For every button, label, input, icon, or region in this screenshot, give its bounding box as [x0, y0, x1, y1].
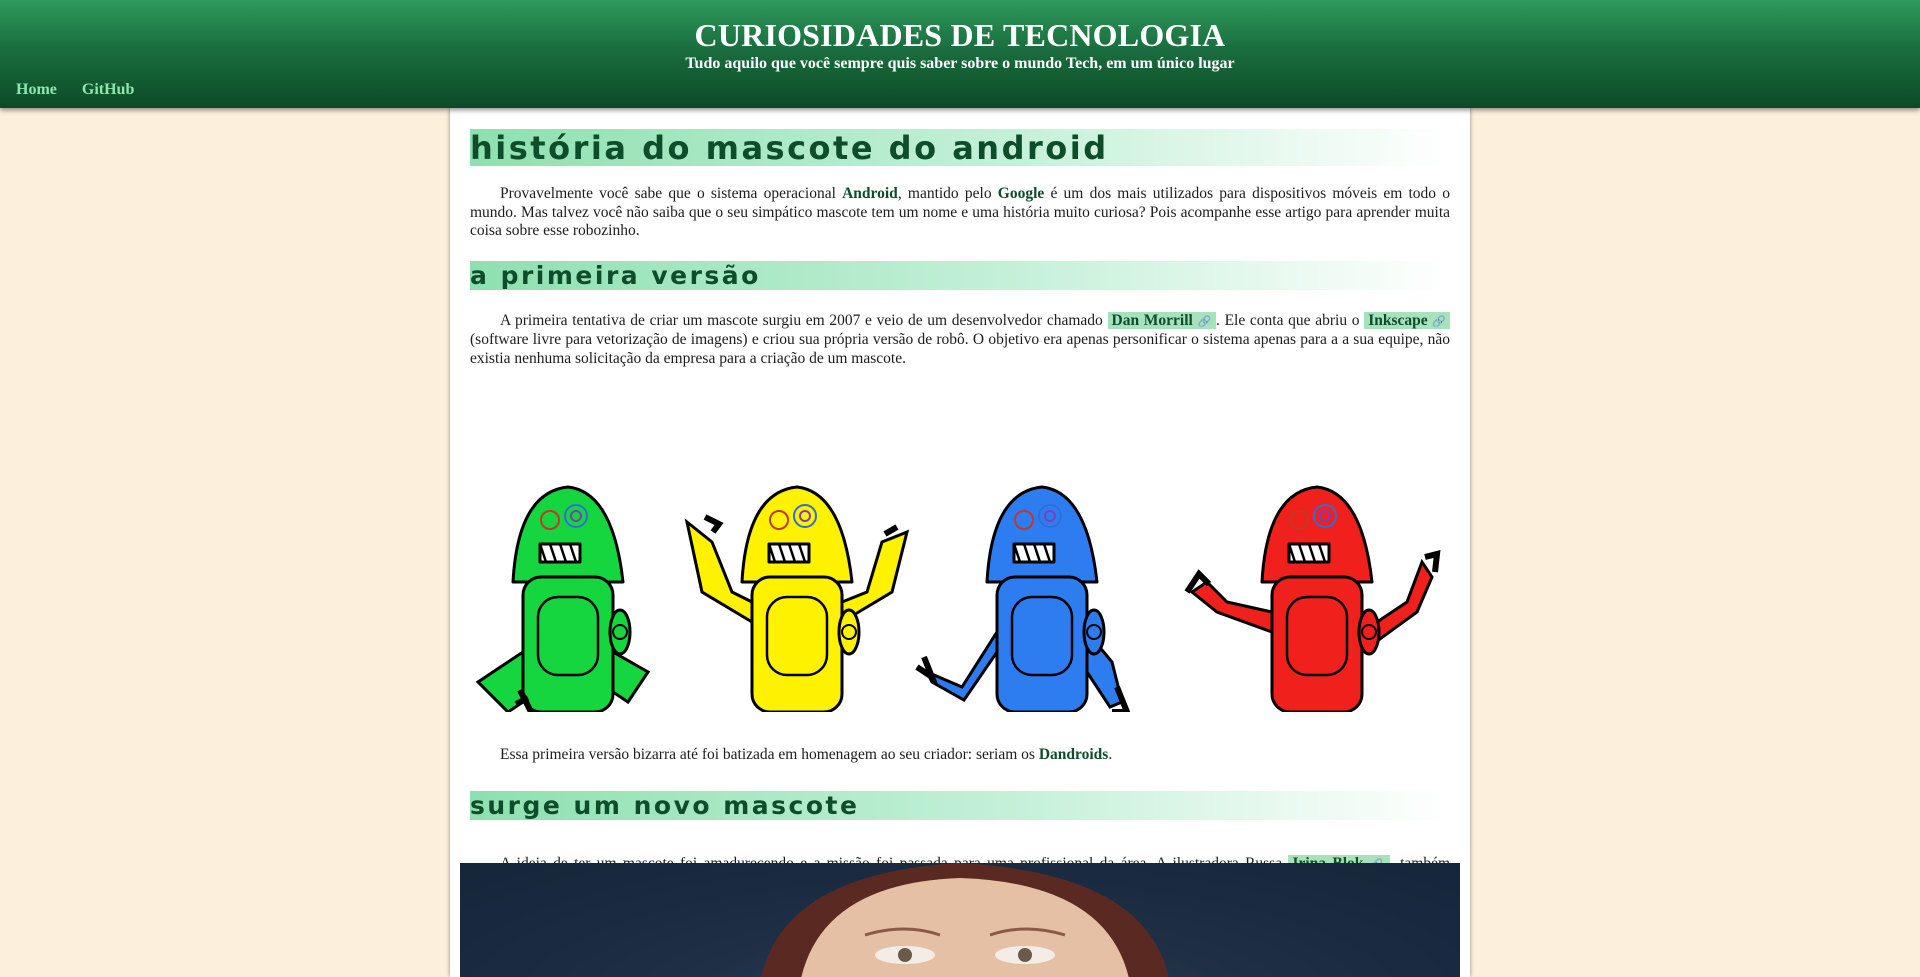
fv-text-1: A primeira tentativa de criar um mascote…	[500, 311, 1108, 329]
android-keyword: Android	[842, 185, 898, 202]
first-version-paragraph: A primeira tentativa de criar um mascote…	[470, 311, 1451, 369]
nav-link-github[interactable]: GitHub	[82, 81, 134, 98]
portrait-illustration	[761, 863, 1169, 977]
dandroids-paragraph: Essa primeira versão bizarra até foi bat…	[470, 746, 1450, 765]
site-header: CURIOSIDADES DE TECNOLOGIA Tudo aquilo q…	[0, 0, 1920, 108]
nav-link-home[interactable]: Home	[16, 81, 57, 98]
fv-text-3: (software livre para vetorização de imag…	[470, 331, 1450, 367]
link-dan-morrill[interactable]: Dan Morrill 🔗	[1107, 311, 1217, 329]
intro-paragraph: Provavelmente você sabe que o sistema op…	[470, 185, 1450, 241]
intro-text-1: Provavelmente você sabe que o sistema op…	[500, 185, 843, 202]
dandroids-image: #rg .rb-fill{fill:#16d640}#rg .rb-dark{f…	[470, 392, 1450, 712]
link-inkscape[interactable]: Inkscape 🔗	[1364, 311, 1451, 329]
dandroids-text-2: .	[1108, 746, 1113, 763]
google-keyword: Google	[997, 185, 1045, 202]
external-link-icon: 🔗	[1197, 315, 1213, 328]
dandroids-keyword: Dandroids	[1038, 746, 1109, 763]
article-container: História do Mascote do Android Provavelm…	[450, 108, 1470, 977]
robot-green: #rg .rb-fill{fill:#16d640}#rg .rb-dark{f…	[475, 485, 651, 712]
robot-red	[1184, 485, 1441, 712]
link-dan-morrill-label: Dan Morrill	[1111, 311, 1193, 329]
link-inkscape-label: Inkscape	[1368, 311, 1428, 329]
irina-blok-photo	[460, 863, 1460, 977]
external-link-icon: 🔗	[1432, 315, 1447, 328]
article-title: História do Mascote do Android	[470, 129, 1450, 167]
section-heading-first-version: A primeira versão	[470, 260, 1450, 290]
section-heading-new-mascot: Surge um novo mascote	[470, 790, 1450, 820]
robot-yellow	[684, 485, 910, 712]
site-subtitle: Tudo aquilo que você sempre quis saber s…	[685, 55, 1235, 72]
fv-text-2: . Ele conta que abriu o	[1216, 311, 1365, 329]
site-title: CURIOSIDADES DE TECNOLOGIA	[694, 17, 1226, 53]
robot-blue	[915, 485, 1131, 712]
intro-text-2: , mantido pelo	[897, 185, 998, 202]
dandroids-text-1: Essa primeira versão bizarra até foi bat…	[500, 746, 1039, 763]
dandroid-robots-illustration: #rg .rb-fill{fill:#16d640}#rg .rb-dark{f…	[475, 485, 1441, 712]
main-nav: Home GitHub	[16, 81, 155, 99]
